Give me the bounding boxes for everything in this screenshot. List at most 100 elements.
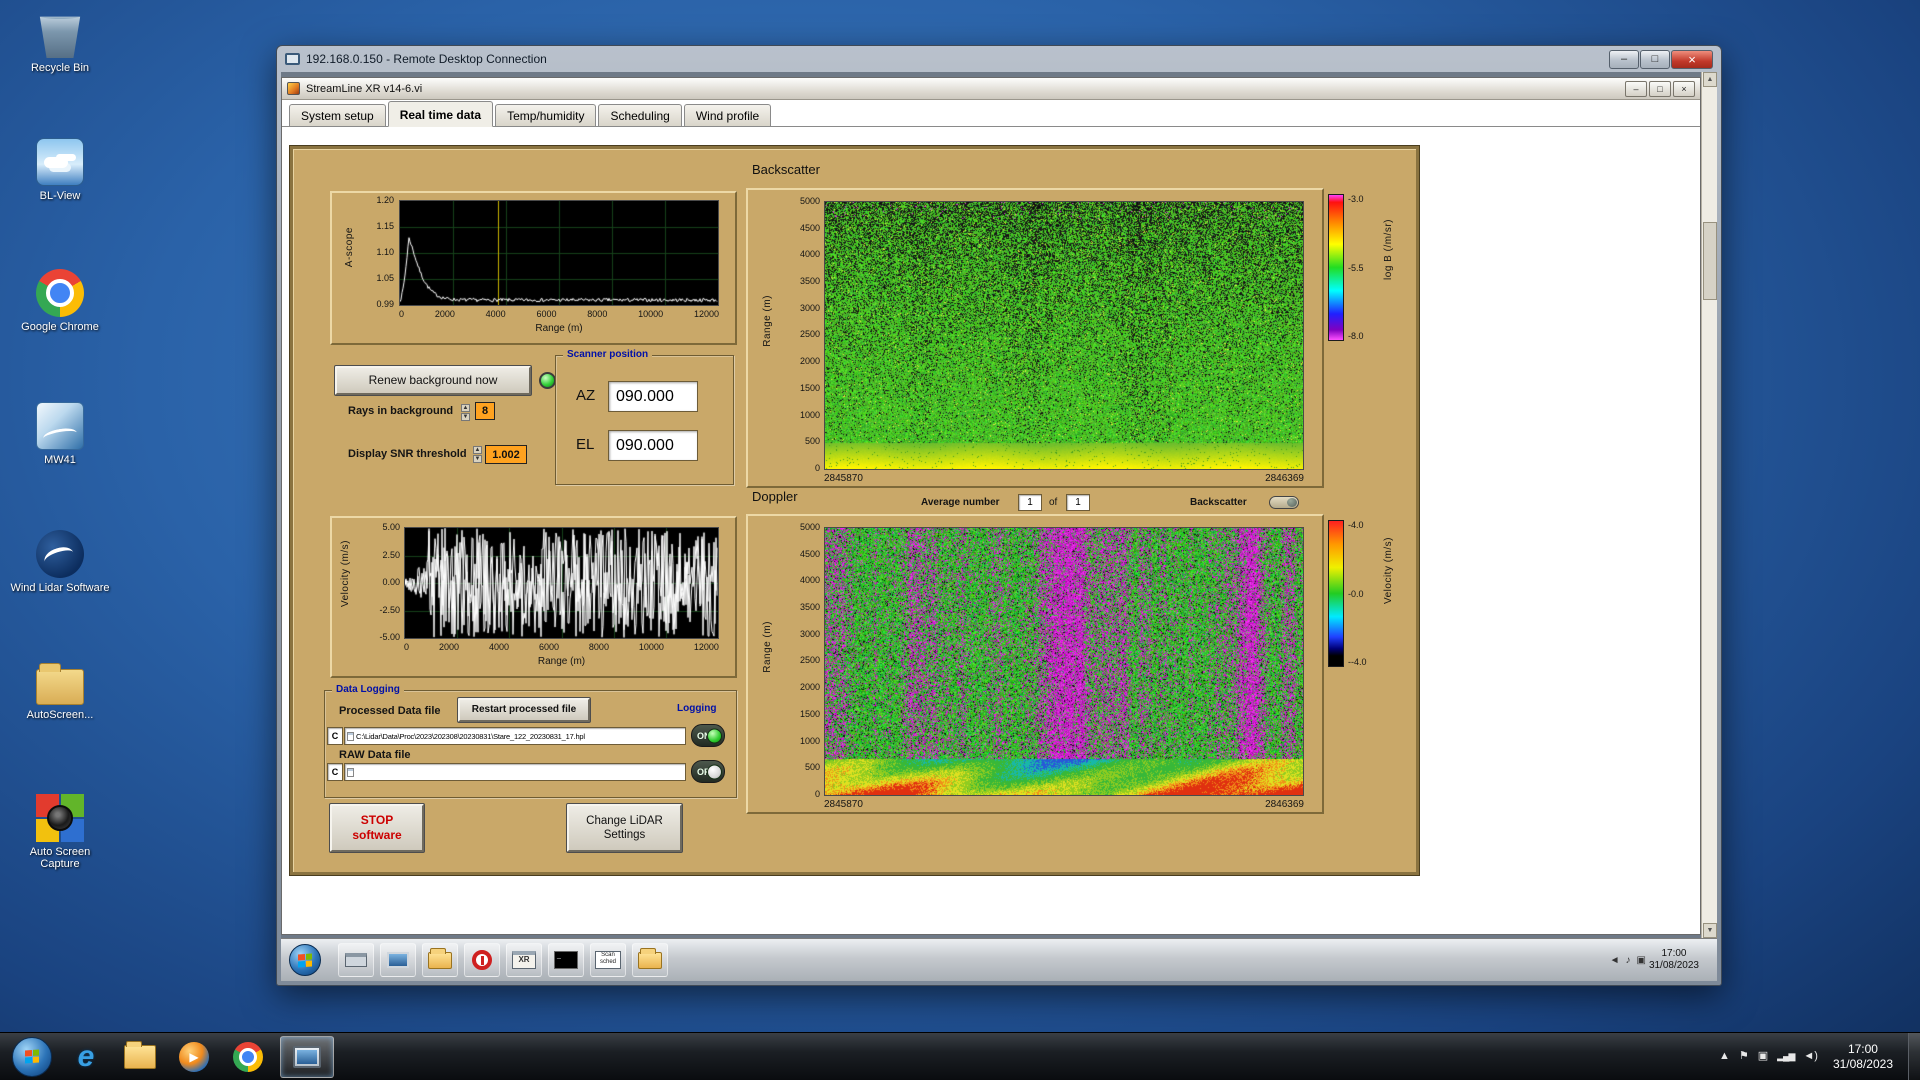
app-close-button[interactable]: × [1673, 81, 1695, 97]
keyboard-icon[interactable]: ▣ [1636, 955, 1645, 966]
tab-temp-humidity[interactable]: Temp/humidity [495, 104, 596, 126]
remote-taskbar-power[interactable] [464, 943, 500, 977]
tick: 2500 [800, 655, 820, 665]
app-titlebar[interactable]: StreamLine XR v14-6.vi – □ × [282, 78, 1700, 100]
ascope-plot[interactable] [399, 200, 719, 306]
raw-file-path[interactable] [344, 763, 686, 781]
desktop-icon-google-chrome[interactable]: Google Chrome [10, 269, 110, 333]
velocity-yticks: 5.00 2.50 0.00 -2.50 -5.00 [362, 522, 400, 642]
scroll-down-icon[interactable]: ▼ [1703, 923, 1717, 938]
taskbar-media-player[interactable]: ▶ [172, 1036, 216, 1078]
tab-real-time-data[interactable]: Real time data [388, 101, 493, 127]
app-minimize-button[interactable]: – [1625, 81, 1647, 97]
scrollbar-thumb[interactable] [1703, 222, 1717, 300]
recycle-bin-icon [36, 10, 84, 58]
backscatter-toggle[interactable] [1269, 496, 1299, 509]
taskbar-chrome[interactable] [226, 1036, 270, 1078]
tray-expand-icon[interactable]: ▲ [1719, 1051, 1730, 1062]
data-logging-title: Data Logging [332, 684, 404, 695]
ascope-ylabel: A-scope [344, 227, 355, 267]
tab-wind-profile[interactable]: Wind profile [684, 104, 771, 126]
chrome-icon [233, 1042, 263, 1072]
el-value[interactable]: 090.000 [608, 430, 698, 461]
remote-taskbar-folder2[interactable] [632, 943, 668, 977]
wind-lidar-icon [36, 530, 84, 578]
tick: 3500 [800, 276, 820, 286]
average-count-value[interactable]: 1 [1066, 494, 1090, 511]
desktop-icon-wind-lidar[interactable]: Wind Lidar Software [10, 530, 110, 594]
taskbar-rdp-active[interactable] [280, 1036, 334, 1078]
desktop-icon-auto-screen-capture[interactable]: Auto Screen Capture [10, 794, 110, 870]
remote-taskbar-scan-sched[interactable]: Scan sched [590, 943, 626, 977]
remote-taskbar: XR _ Scan sched ◄ ♪ ▣ 17:00 31/08/2023 [281, 938, 1717, 981]
tick: 1500 [800, 383, 820, 393]
desktop-icon-recycle-bin[interactable]: Recycle Bin [10, 10, 110, 74]
volume-icon[interactable]: ◄) [1803, 1051, 1818, 1062]
remote-clock[interactable]: 17:00 31/08/2023 [1649, 948, 1699, 972]
tab-scheduling[interactable]: Scheduling [598, 104, 681, 126]
tick: 12000 [694, 309, 719, 319]
auto-screen-capture-icon [36, 794, 84, 842]
desktop-icon-label: BL-View [10, 190, 110, 202]
mw41-icon [36, 402, 84, 450]
remote-start-button[interactable] [289, 944, 321, 976]
display-tray-icon[interactable]: ▣ [1758, 1051, 1768, 1062]
az-value[interactable]: 090.000 [608, 381, 698, 412]
rdp-titlebar[interactable]: 192.168.0.150 - Remote Desktop Connectio… [277, 46, 1721, 72]
rdp-window-title: 192.168.0.150 - Remote Desktop Connectio… [306, 52, 547, 66]
ie-icon: e [78, 1040, 95, 1074]
tick: 0 [815, 789, 820, 799]
remote-taskbar-xr-window[interactable]: XR [506, 943, 542, 977]
rdp-close-button[interactable]: × [1671, 50, 1713, 69]
snr-spinner[interactable]: ▲▼ [473, 446, 482, 463]
processed-drive-box[interactable]: C [327, 727, 343, 745]
remote-taskbar-folder[interactable] [422, 943, 458, 977]
taskbar-internet-explorer[interactable]: e [64, 1036, 108, 1078]
show-desktop-button[interactable] [1908, 1033, 1920, 1080]
doppler-ylabel: Range (m) [762, 621, 773, 673]
app-restore-button[interactable]: □ [1649, 81, 1671, 97]
processed-logging-toggle[interactable]: ON [691, 724, 725, 747]
desktop-icon-bl-view[interactable]: BL-View [10, 138, 110, 202]
rdp-minimize-button[interactable]: – [1609, 50, 1639, 69]
chevron-icon[interactable]: ◄ [1610, 955, 1620, 966]
app-icon [287, 82, 300, 95]
vertical-scrollbar[interactable]: ▲ ▼ [1701, 72, 1717, 938]
stop-software-button[interactable]: STOP software [330, 804, 424, 852]
desktop-icon-mw41[interactable]: MW41 [10, 402, 110, 466]
host-clock[interactable]: 17:00 31/08/2023 [1833, 1042, 1893, 1072]
volume-icon[interactable]: ♪ [1625, 955, 1630, 966]
rdp-restore-button[interactable]: □ [1640, 50, 1670, 69]
snr-value[interactable]: 1.002 [485, 445, 527, 464]
change-lidar-settings-button[interactable]: Change LiDAR Settings [567, 804, 682, 852]
system-tray: ▲ ⚑ ▣ ▂▄▆ ◄) 17:00 31/08/2023 [1719, 1033, 1920, 1080]
scroll-up-icon[interactable]: ▲ [1703, 72, 1717, 87]
action-center-flag-icon[interactable]: ⚑ [1739, 1051, 1749, 1062]
restart-processed-file-button[interactable]: Restart processed file [458, 698, 590, 722]
tick: 0 [404, 642, 409, 652]
host-start-button[interactable] [10, 1036, 54, 1078]
taskbar-file-explorer[interactable] [118, 1036, 162, 1078]
rays-spinner[interactable]: ▲▼ [461, 404, 470, 421]
average-number-value[interactable]: 1 [1018, 494, 1042, 511]
desktop-icon-label: Wind Lidar Software [10, 582, 110, 594]
tick: -3.0 [1348, 194, 1380, 204]
remote-taskbar-terminal[interactable]: _ [548, 943, 584, 977]
main-panel: A-scope 1.20 1.15 1.10 1.05 0.99 [290, 146, 1419, 875]
doppler-heatmap[interactable] [824, 527, 1304, 796]
rays-value[interactable]: 8 [475, 402, 495, 420]
remote-taskbar-printer[interactable] [338, 943, 374, 977]
tab-system-setup[interactable]: System setup [289, 104, 386, 126]
backscatter-heatmap[interactable] [824, 201, 1304, 470]
raw-logging-toggle[interactable]: OFF [691, 760, 725, 783]
x-end: 2846369 [1265, 799, 1304, 810]
tick: 4500 [800, 549, 820, 559]
desktop-icon-autoscreen-folder[interactable]: AutoScreen... [10, 659, 110, 721]
raw-drive-box[interactable]: C [327, 763, 343, 781]
media-player-icon: ▶ [179, 1042, 209, 1072]
remote-taskbar-display[interactable] [380, 943, 416, 977]
processed-file-path[interactable]: C:\Lidar\Data\Proc\2023\202308\20230831\… [344, 727, 686, 745]
network-icon[interactable]: ▂▄▆ [1777, 1052, 1794, 1061]
velocity-plot[interactable] [404, 527, 719, 639]
renew-background-button[interactable]: Renew background now [335, 366, 531, 395]
